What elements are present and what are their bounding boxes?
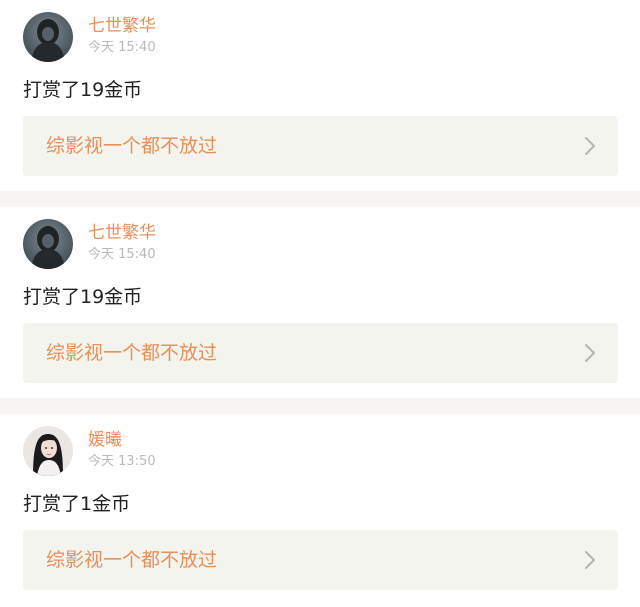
user-avatar[interactable] — [23, 12, 73, 62]
chevron-right-icon — [585, 344, 595, 362]
reward-message: 打赏了19金币 — [23, 286, 143, 308]
book-title: 综影视一个都不放过 — [46, 549, 218, 571]
reward-message: 打赏了19金币 — [23, 79, 143, 101]
timestamp: 今天 15:40 — [88, 40, 156, 55]
timestamp: 今天 13:50 — [88, 454, 156, 469]
girl-portrait-avatar — [23, 426, 73, 476]
book-link[interactable]: 综影视一个都不放过 — [23, 530, 618, 590]
book-link[interactable]: 综影视一个都不放过 — [23, 323, 618, 383]
chevron-right-icon — [585, 137, 595, 155]
feed-item: 七世繁华 今天 15:40 打赏了19金币 综影视一个都不放过 — [0, 0, 640, 191]
user-avatar[interactable] — [23, 426, 73, 476]
dark-portrait-avatar — [23, 12, 73, 62]
user-avatar[interactable] — [23, 219, 73, 269]
separator — [0, 191, 640, 207]
chevron-right-icon — [585, 551, 595, 569]
reward-message: 打赏了1金币 — [23, 493, 131, 515]
reward-feed: 七世繁华 今天 15:40 打赏了19金币 综影视一个都不放过 七世繁华 今天 … — [0, 0, 640, 590]
user-name[interactable]: 七世繁华 — [88, 223, 156, 243]
user-name[interactable]: 七世繁华 — [88, 16, 156, 36]
book-title: 综影视一个都不放过 — [46, 135, 218, 157]
dark-portrait-avatar — [23, 219, 73, 269]
timestamp: 今天 15:40 — [88, 247, 156, 262]
feed-item: 媛曦 今天 13:50 打赏了1金币 综影视一个都不放过 — [0, 414, 640, 590]
book-link[interactable]: 综影视一个都不放过 — [23, 116, 618, 176]
feed-item: 七世繁华 今天 15:40 打赏了19金币 综影视一个都不放过 — [0, 207, 640, 398]
separator — [0, 398, 640, 414]
user-name[interactable]: 媛曦 — [88, 430, 122, 450]
book-title: 综影视一个都不放过 — [46, 342, 218, 364]
